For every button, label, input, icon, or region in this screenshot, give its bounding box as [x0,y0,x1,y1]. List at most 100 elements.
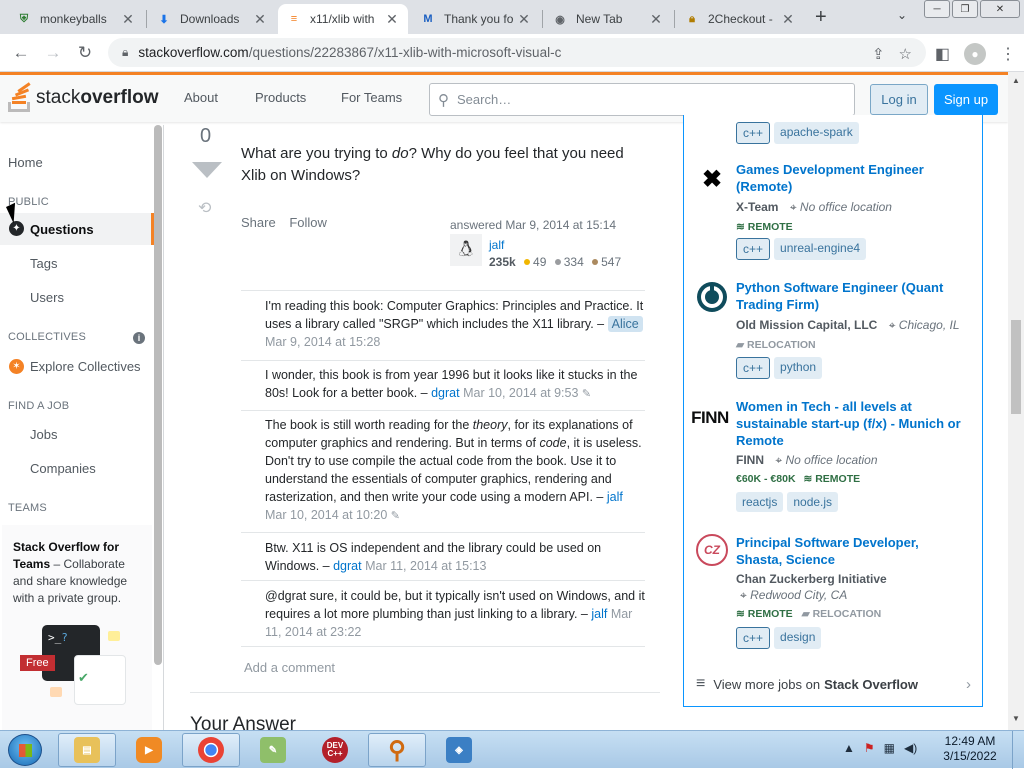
share-link[interactable]: Share [241,215,276,230]
tab-monkeyballs[interactable]: ⛨ monkeyballs ✕ [8,4,144,34]
share-icon[interactable]: ⇪ [872,45,885,63]
user-link[interactable]: jalf [489,238,504,252]
comment-user-link[interactable]: dgrat [431,386,460,400]
bookmark-star-icon[interactable]: ☆ [899,45,912,63]
close-icon[interactable]: ✕ [516,11,532,28]
comment-user-link[interactable]: dgrat [333,559,362,573]
tag[interactable]: unreal-engine4 [774,238,867,260]
tag[interactable]: node.js [787,492,839,512]
close-icon[interactable]: ✕ [780,11,796,28]
close-icon[interactable]: ✕ [120,11,136,28]
tab-new-tab[interactable]: ◉ New Tab ✕ [544,4,672,34]
scroll-up-icon[interactable]: ▲ [1012,76,1020,85]
tag[interactable]: python [774,357,823,379]
job-title-link[interactable]: Games Development Engineer (Remote) [736,161,968,195]
answer-text-emphasis: do [391,145,409,162]
taskbar-devcpp[interactable]: DEV C++ [306,733,364,767]
back-arrow-icon[interactable]: ← [10,42,32,64]
search-input[interactable]: ⚲ Search… [429,83,855,116]
follow-link[interactable]: Follow [289,215,327,230]
sidebar-scrollbar-thumb[interactable] [154,125,162,665]
tag[interactable]: apache-spark [774,122,859,144]
teams-promo[interactable]: Stack Overflow for Teams – Collaborate a… [2,525,152,730]
tag[interactable]: c++ [736,122,771,144]
forward-arrow-icon[interactable]: → [42,42,64,64]
tab-2checkout[interactable]: 🔒︎ 2Checkout - ✕ [676,4,804,34]
tag[interactable]: c++ [736,357,771,379]
comment-date[interactable]: Mar 10, 2014 at 9:53 [463,386,578,400]
comment-date[interactable]: Mar 11, 2014 at 15:13 [365,559,486,573]
job-title-link[interactable]: Women in Tech - all levels at sustainabl… [736,398,968,449]
network-icon[interactable]: ▦ [884,741,895,755]
taskbar-virtualbox[interactable]: ◈ [430,733,488,767]
taskbar-chrome[interactable] [182,733,240,767]
window-close-button[interactable]: ✕ [980,0,1020,18]
tab-stackoverflow[interactable]: ≡ x11/xlib with ✕ [278,4,408,34]
url-bar[interactable]: 🔒︎ stackoverflow.com/questions/22283867/… [108,38,926,67]
scroll-down-icon[interactable]: ▼ [1012,714,1020,723]
history-icon[interactable]: ⟲ [198,198,216,217]
start-button[interactable] [8,734,42,766]
comment-user-link[interactable]: jalf [591,607,607,621]
taskbar-notepad[interactable]: ✎ [244,733,302,767]
job-title-link[interactable]: Principal Software Developer, Shasta, Sc… [736,534,968,568]
tray-expand-icon[interactable]: ▲ [843,741,855,755]
tab-search-icon[interactable]: ⌄ [897,8,907,22]
close-icon[interactable]: ✕ [648,11,664,28]
add-comment-link[interactable]: Add a comment [244,660,335,675]
tag[interactable]: c++ [736,238,771,260]
taskbar-media-player[interactable]: ▶ [120,733,178,767]
scrollbar-thumb[interactable] [1011,320,1021,414]
action-center-icon[interactable]: ⚑ [864,741,875,755]
page-scrollbar[interactable]: ▲ ▼ [1008,72,1024,730]
avatar[interactable]: 🐧︎ [450,234,482,266]
comment-text-emphasis: theory [472,418,508,432]
login-button[interactable]: Log in [870,84,928,115]
volume-icon[interactable]: ◀) [904,741,917,755]
stackoverflow-logo[interactable]: stack overflow [8,82,158,112]
info-icon[interactable]: i [133,332,145,344]
close-icon[interactable]: ✕ [252,11,268,28]
sidebar-item-users[interactable]: Users [30,290,64,305]
side-panel-icon[interactable]: ◧ [935,44,950,64]
reload-icon[interactable]: ↻ [74,42,96,64]
job-title-link[interactable]: Python Software Engineer (Quant Trading … [736,279,968,313]
sidebar-item-questions-label[interactable]: Questions [30,222,94,237]
sidebar-item-tags[interactable]: Tags [30,256,57,271]
comment-date[interactable]: Mar 10, 2014 at 10:20 [265,508,387,522]
answer-text-start: What are you trying to [241,145,392,162]
comment-date[interactable]: Mar 9, 2014 at 15:28 [265,335,380,349]
minimize-button[interactable]: ─ [924,0,950,18]
nav-products[interactable]: Products [255,90,306,105]
new-tab-button[interactable]: + [815,6,827,29]
nav-about[interactable]: About [184,90,218,105]
sidebar-item-explore-collectives[interactable]: Explore Collectives [30,359,141,374]
taskbar-search-tool[interactable]: ⚲ [368,733,426,767]
comment-user-link[interactable]: jalf [607,490,623,504]
sidebar-item-jobs[interactable]: Jobs [30,427,57,442]
system-clock[interactable]: 12:49 AM 3/15/2022 [940,734,1000,764]
sidebar-heading-collectives: COLLECTIVES [8,331,87,343]
signup-button[interactable]: Sign up [934,84,998,115]
close-icon[interactable]: ✕ [384,11,400,28]
tab-downloads[interactable]: ⬇ Downloads ✕ [148,4,276,34]
address-toolbar: ← → ↻ 🔒︎ stackoverflow.com/questions/222… [0,34,1024,72]
downvote-arrow-icon[interactable] [192,162,222,178]
taskbar-explorer[interactable]: ▤ [58,733,116,767]
sidebar-scrollbar[interactable] [153,125,163,665]
stackoverflow-logo-icon [8,82,32,112]
show-desktop-button[interactable] [1012,731,1024,769]
nav-for-teams[interactable]: For Teams [341,90,402,105]
maximize-button[interactable]: ❐ [952,0,978,18]
tab-malwarebytes[interactable]: M Thank you fo ✕ [412,4,540,34]
sidebar-item-companies[interactable]: Companies [30,461,96,476]
view-more-jobs-link[interactable]: ≡ View more jobs on Stack Overflow › [696,675,971,693]
profile-avatar-icon[interactable]: ● [964,43,986,65]
menu-kebab-icon[interactable]: ⋮ [1000,44,1016,64]
tag[interactable]: design [774,627,822,649]
sidebar-item-home[interactable]: Home [8,155,43,170]
job-meta: ≋ REMOTE ▰ RELOCATION [736,608,881,620]
tag[interactable]: reactjs [736,492,784,512]
tag[interactable]: c++ [736,627,771,649]
comment-user-link[interactable]: Alice [607,316,643,332]
